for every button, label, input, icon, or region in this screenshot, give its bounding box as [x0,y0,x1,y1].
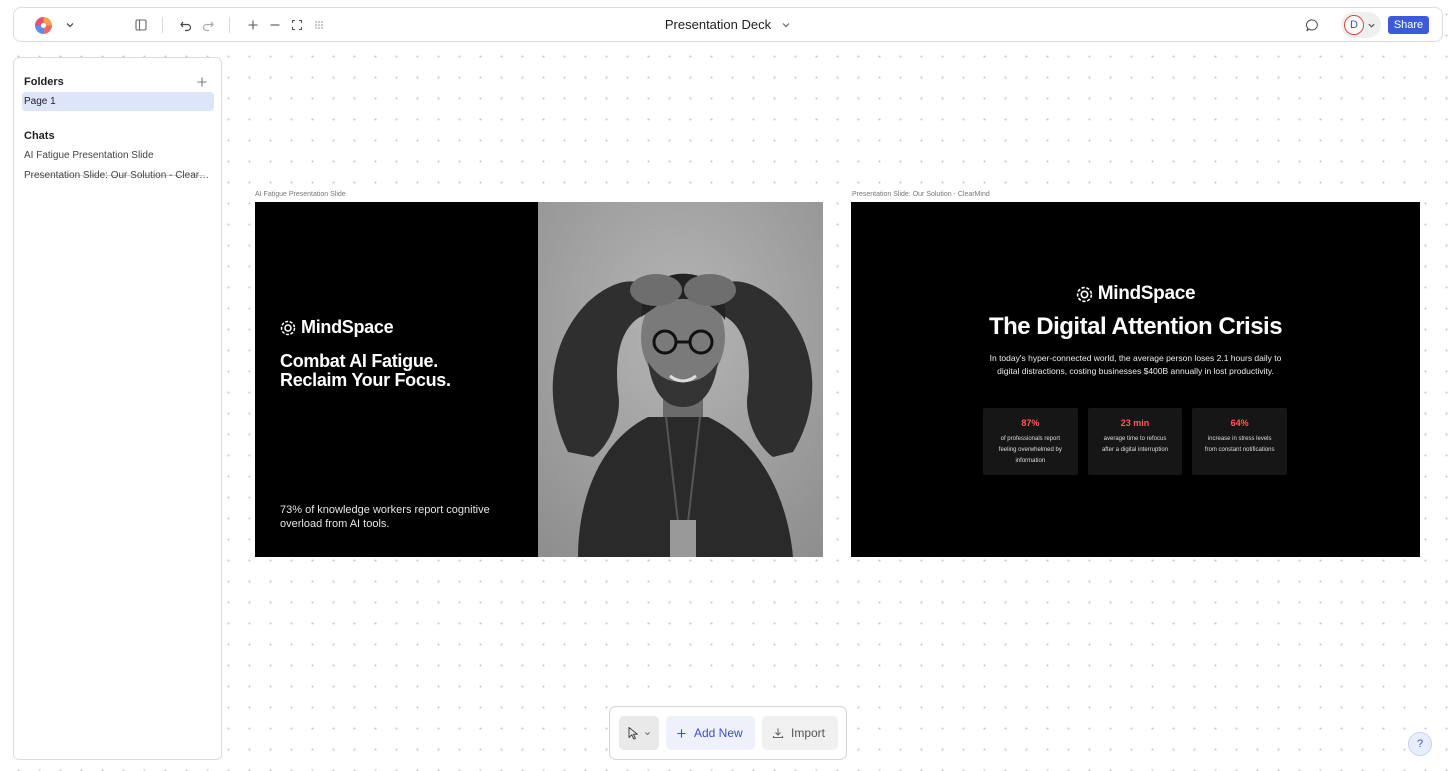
slide-frame-ai-fatigue[interactable]: MindSpace Combat AI Fatigue. Reclaim You… [255,202,823,557]
frame-label[interactable]: AI Fatigue Presentation Slide [255,191,346,198]
headline-line-1: Combat AI Fatigue. [280,351,438,371]
chats-heading: Chats [24,130,55,142]
undo-icon[interactable] [178,17,194,33]
add-new-label: Add New [694,726,743,740]
toolbar-divider [229,17,230,33]
add-new-button[interactable]: Add New [666,716,755,750]
toolbar-divider [162,17,163,33]
document-title[interactable]: Presentation Deck [665,17,771,32]
chat-item-ai-fatigue[interactable]: AI Fatigue Presentation Slide [22,146,214,165]
chat-item-label: Presentation Slide: Our Solution - Clear… [24,170,214,181]
comment-icon[interactable] [1304,17,1320,33]
plus-icon [676,728,687,739]
sidebar-toggle-icon[interactable] [133,17,149,33]
cursor-icon [627,726,640,740]
top-toolbar: Presentation Deck D Share [13,7,1443,42]
slide-headline: Combat AI Fatigue. Reclaim Your Focus. [280,352,520,390]
sidebar-item-page-1[interactable]: Page 1 [22,92,214,111]
sidebar: Folders Page 1 Chats AI Fatigue Presenta… [13,57,222,760]
stat-card: 23 min average time to refocus after a d… [1087,408,1183,475]
slide-brand: MindSpace [280,317,394,338]
slide-frame-our-solution[interactable]: MindSpace The Digital Attention Crisis I… [851,202,1420,557]
share-button[interactable]: Share [1388,16,1429,34]
stat-value: 23 min [1120,418,1150,428]
slide-body: In today's hyper-connected world, the av… [989,353,1282,376]
grid-icon[interactable] [311,17,327,33]
zoom-out-icon[interactable] [267,17,283,33]
stat-value: 87% [1021,418,1040,428]
headline-line-2: Reclaim Your Focus. [280,370,451,390]
stat-label: increase in stress levels from constant … [1204,436,1275,453]
slide-brand: MindSpace [851,283,1420,305]
download-icon [772,727,784,739]
stressed-man-photo [538,202,823,557]
help-button[interactable]: ? [1408,732,1432,756]
app-logo-icon[interactable] [34,16,53,35]
add-folder-plus-icon[interactable] [196,75,208,87]
brain-logo-icon [280,320,296,336]
chat-item-our-solution[interactable]: Presentation Slide: Our Solution - Clear… [22,166,214,185]
frame-label[interactable]: Presentation Slide: Our Solution - Clear… [852,191,990,198]
brand-name: MindSpace [301,317,394,337]
user-menu[interactable]: D [1341,12,1381,38]
sidebar-item-label: Page 1 [24,96,56,107]
folders-heading: Folders [24,76,64,88]
slide-title: The Digital Attention Crisis [988,313,1283,340]
select-tool-button[interactable] [619,716,659,750]
stats-row: 87% of professionals report feeling over… [983,408,1288,475]
stat-label: average time to refocus after a digital … [1101,436,1169,453]
stat-card: 87% of professionals report feeling over… [983,408,1078,475]
stat-card: 64% increase in stress levels from const… [1192,408,1288,475]
redo-icon[interactable] [200,17,216,33]
fit-to-screen-icon[interactable] [289,17,305,33]
import-button[interactable]: Import [762,716,838,750]
bottom-toolbar: Add New Import [609,706,847,760]
stat-label: of professionals report feeling overwhel… [998,436,1062,464]
chevron-down-icon[interactable] [644,730,651,737]
title-chevron-down-icon[interactable] [781,20,791,30]
avatar: D [1344,15,1364,35]
stat-value: 64% [1230,418,1249,428]
brand-name: MindSpace [1097,283,1196,304]
import-label: Import [791,726,826,740]
chat-item-label: AI Fatigue Presentation Slide [24,150,154,161]
chevron-down-icon [1367,21,1376,30]
brain-logo-icon [1076,286,1093,303]
chevron-down-icon[interactable] [64,19,76,31]
slide-footnote: 73% of knowledge workers report cognitiv… [280,504,490,530]
zoom-in-icon[interactable] [245,17,261,33]
